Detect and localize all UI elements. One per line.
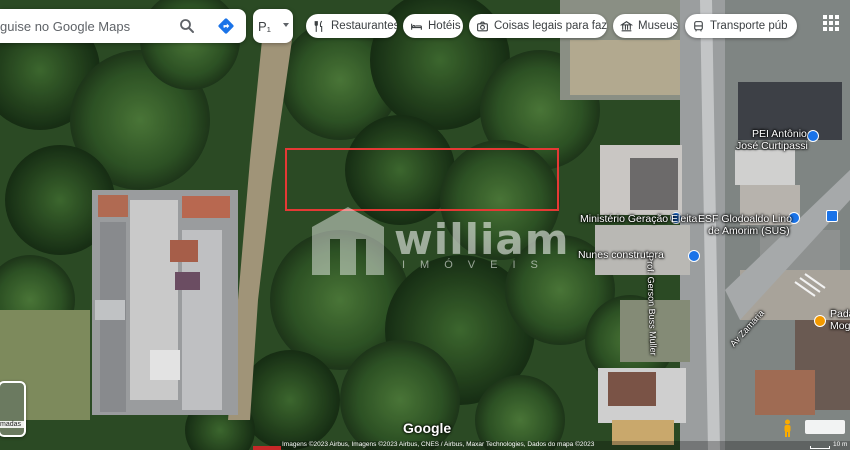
chip-label: Hotéis bbox=[428, 20, 461, 32]
watermark-brand: william bbox=[394, 215, 570, 264]
chip-label: Transporte púb bbox=[710, 20, 788, 32]
chip-label: Restaurantes bbox=[331, 20, 397, 32]
google-logo: Google bbox=[403, 420, 452, 436]
chip-things-to-do[interactable]: Coisas legais para faz... bbox=[469, 14, 607, 38]
pegman-icon[interactable] bbox=[783, 419, 792, 437]
restaurant-icon bbox=[314, 20, 323, 32]
map-attribution: Imagens ©2023 Airbus, Imagens ©2023 Airb… bbox=[280, 441, 850, 450]
place-label-ministerio[interactable]: Ministério Geração Eleita bbox=[580, 213, 697, 225]
chevron-down-icon bbox=[283, 23, 289, 27]
transit-icon bbox=[694, 20, 703, 32]
layer-thumb-label: madas bbox=[0, 421, 24, 428]
chip-transit[interactable]: Transporte púb bbox=[685, 14, 797, 38]
construction-pin-icon[interactable] bbox=[688, 250, 700, 262]
map-layers-button[interactable]: P₁ bbox=[253, 9, 293, 43]
red-strip bbox=[253, 446, 281, 450]
place-label-pei[interactable]: PEI Antônio bbox=[752, 128, 807, 140]
school-pin-icon[interactable] bbox=[807, 130, 819, 142]
satellite-map[interactable]: william IMÓVEIS PEI Antônio José Curtipa… bbox=[0, 0, 850, 450]
museum-icon bbox=[620, 20, 633, 31]
scale-bar bbox=[810, 446, 830, 449]
zoom-control[interactable] bbox=[805, 420, 845, 434]
search-icon[interactable] bbox=[178, 17, 196, 35]
chip-museums[interactable]: Museus bbox=[613, 14, 678, 38]
place-label-pei-line2: José Curtipassi bbox=[736, 140, 808, 152]
layers-button-label: P₁ bbox=[258, 18, 272, 34]
place-label-esf[interactable]: ESF Glodoaldo Lino bbox=[698, 213, 792, 225]
layers-toggle-thumbnail[interactable]: madas bbox=[0, 381, 26, 437]
chip-label: Museus bbox=[638, 20, 678, 32]
scale-label: 10 m bbox=[833, 441, 848, 448]
watermark-subtitle: IMÓVEIS bbox=[402, 259, 553, 271]
place-label-padaria[interactable]: Pada bbox=[830, 308, 850, 320]
hotel-icon bbox=[411, 23, 422, 30]
chip-label: Coisas legais para faz... bbox=[494, 20, 607, 32]
chip-restaurants[interactable]: Restaurantes bbox=[306, 14, 397, 38]
place-label-esf-line2: de Amorim (SUS) bbox=[708, 225, 790, 237]
search-input[interactable] bbox=[0, 18, 170, 34]
camera-icon bbox=[477, 21, 488, 31]
search-box[interactable] bbox=[0, 9, 246, 43]
bus-stop-icon[interactable] bbox=[826, 210, 838, 222]
chip-hotels[interactable]: Hotéis bbox=[403, 14, 463, 38]
watermark-logo-icon bbox=[312, 207, 384, 275]
agency-watermark: william IMÓVEIS bbox=[310, 205, 569, 282]
directions-icon[interactable] bbox=[216, 16, 236, 36]
place-label-padaria-line2: Mog bbox=[830, 320, 850, 332]
highlighted-lot-outline bbox=[285, 148, 559, 211]
apps-grid-icon[interactable] bbox=[822, 14, 840, 32]
bakery-pin-icon[interactable] bbox=[814, 315, 826, 327]
attribution-text: Imagens ©2023 Airbus, Imagens ©2023 Airb… bbox=[282, 441, 595, 448]
